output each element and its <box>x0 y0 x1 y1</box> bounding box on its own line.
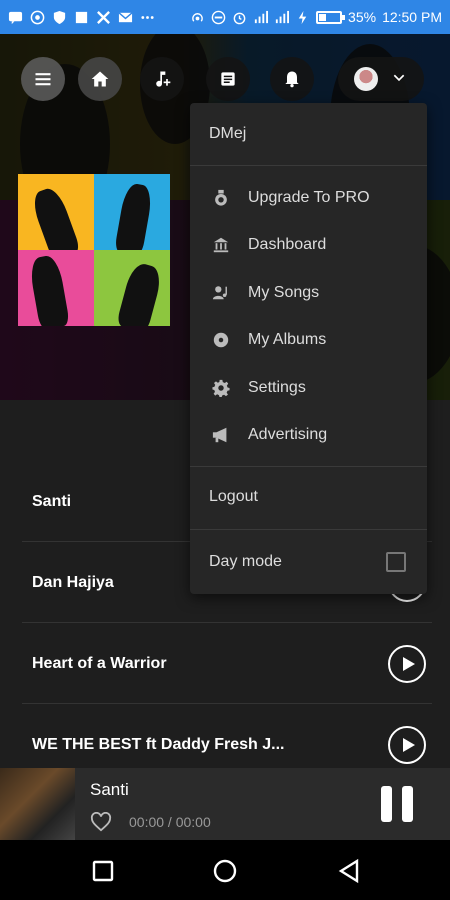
more-icon <box>141 15 154 19</box>
system-nav-bar <box>0 840 450 900</box>
alarm-icon <box>233 12 246 24</box>
menu-item-settings[interactable]: Settings <box>190 366 427 410</box>
like-button[interactable] <box>90 811 112 832</box>
play-button[interactable] <box>388 645 426 683</box>
username: DMej <box>209 125 247 142</box>
whatsapp-icon <box>30 10 45 24</box>
menu-icon <box>35 73 51 86</box>
pause-button[interactable] <box>381 786 413 822</box>
menu-item-my-albums[interactable]: My Albums <box>190 318 427 362</box>
notification-icons <box>8 10 155 25</box>
menu-item-dashboard[interactable]: Dashboard <box>190 223 427 267</box>
gear-icon <box>210 377 232 399</box>
menu-item-my-songs[interactable]: My Songs <box>190 271 427 315</box>
notification-icon <box>75 11 88 23</box>
user-menu-button[interactable] <box>338 57 424 101</box>
battery-percent: 35% <box>348 9 377 25</box>
album-icon <box>210 329 232 351</box>
avatar <box>354 67 378 91</box>
queue-icon <box>221 72 235 86</box>
megaphone-icon <box>210 424 232 446</box>
add-music-button[interactable] <box>140 57 184 101</box>
bank-icon <box>210 234 232 256</box>
queue-button[interactable] <box>206 57 250 101</box>
chevron-down-icon <box>392 70 406 89</box>
list-item[interactable]: Heart of a Warrior <box>22 624 432 704</box>
now-playing-title: Santi <box>90 780 129 799</box>
shield-icon <box>53 10 66 24</box>
day-mode-checkbox[interactable] <box>386 552 406 572</box>
hotspot-icon <box>192 12 203 22</box>
clock: 12:50 PM <box>382 9 442 25</box>
song-title: Santi <box>32 492 72 510</box>
menu-item-label: Settings <box>248 379 306 396</box>
menu-item-label: My Albums <box>248 331 327 348</box>
divider <box>190 529 427 530</box>
charging-icon <box>298 10 307 24</box>
add-music-icon <box>156 71 171 87</box>
playback-time: 00:00 / 00:00 <box>129 814 211 830</box>
twitter-x-icon <box>97 10 110 24</box>
battery-level <box>319 13 327 21</box>
menu-item-label: Advertising <box>248 426 328 443</box>
mini-player[interactable]: Santi 00:00 / 00:00 <box>0 768 450 840</box>
menu-item-advertising[interactable]: Advertising <box>190 413 427 457</box>
now-playing-thumbnail[interactable] <box>0 768 75 840</box>
song-title: WE THE BEST ft Daddy Fresh J... <box>32 736 285 753</box>
battery-icon <box>316 10 346 24</box>
menu-item-label: Dashboard <box>248 236 327 253</box>
menu-button[interactable] <box>21 57 65 101</box>
square-icon <box>92 860 114 882</box>
notifications-button[interactable] <box>270 57 314 101</box>
home-nav-button[interactable] <box>212 858 238 884</box>
song-title: Dan Hajiya <box>32 573 114 591</box>
home-button[interactable] <box>78 57 122 101</box>
menu-item-label: My Songs <box>248 284 320 301</box>
logout-button[interactable]: Logout <box>209 488 258 506</box>
circle-icon <box>213 859 237 883</box>
heart-icon <box>90 811 112 832</box>
bell-icon <box>285 71 299 88</box>
medal-icon <box>210 187 232 209</box>
recents-button[interactable] <box>90 858 116 884</box>
user-dropdown-menu: DMej Upgrade To PRO Dashboard My Songs M… <box>190 103 427 594</box>
status-bar: 35% 12:50 PM <box>0 0 450 34</box>
system-status: 35% 12:50 PM <box>190 9 442 25</box>
album-art[interactable] <box>18 174 170 326</box>
day-mode-label: Day mode <box>209 553 282 570</box>
back-triangle-icon <box>338 858 359 884</box>
play-icon <box>402 657 415 671</box>
signal-icon <box>254 10 269 23</box>
menu-item-upgrade[interactable]: Upgrade To PRO <box>190 176 427 220</box>
signal-icon <box>275 10 290 23</box>
home-icon <box>91 71 109 87</box>
artist-icon <box>210 282 232 304</box>
play-icon <box>402 738 415 752</box>
divider <box>190 165 427 166</box>
do-not-disturb-icon <box>211 10 226 24</box>
top-toolbar <box>0 57 450 103</box>
sms-icon <box>8 11 23 24</box>
play-button[interactable] <box>388 726 426 764</box>
mail-icon <box>118 11 133 22</box>
pause-icon <box>381 786 392 822</box>
song-title: Heart of a Warrior <box>32 654 167 672</box>
menu-item-label: Upgrade To PRO <box>248 189 370 206</box>
divider <box>190 466 427 467</box>
back-button[interactable] <box>336 858 362 884</box>
